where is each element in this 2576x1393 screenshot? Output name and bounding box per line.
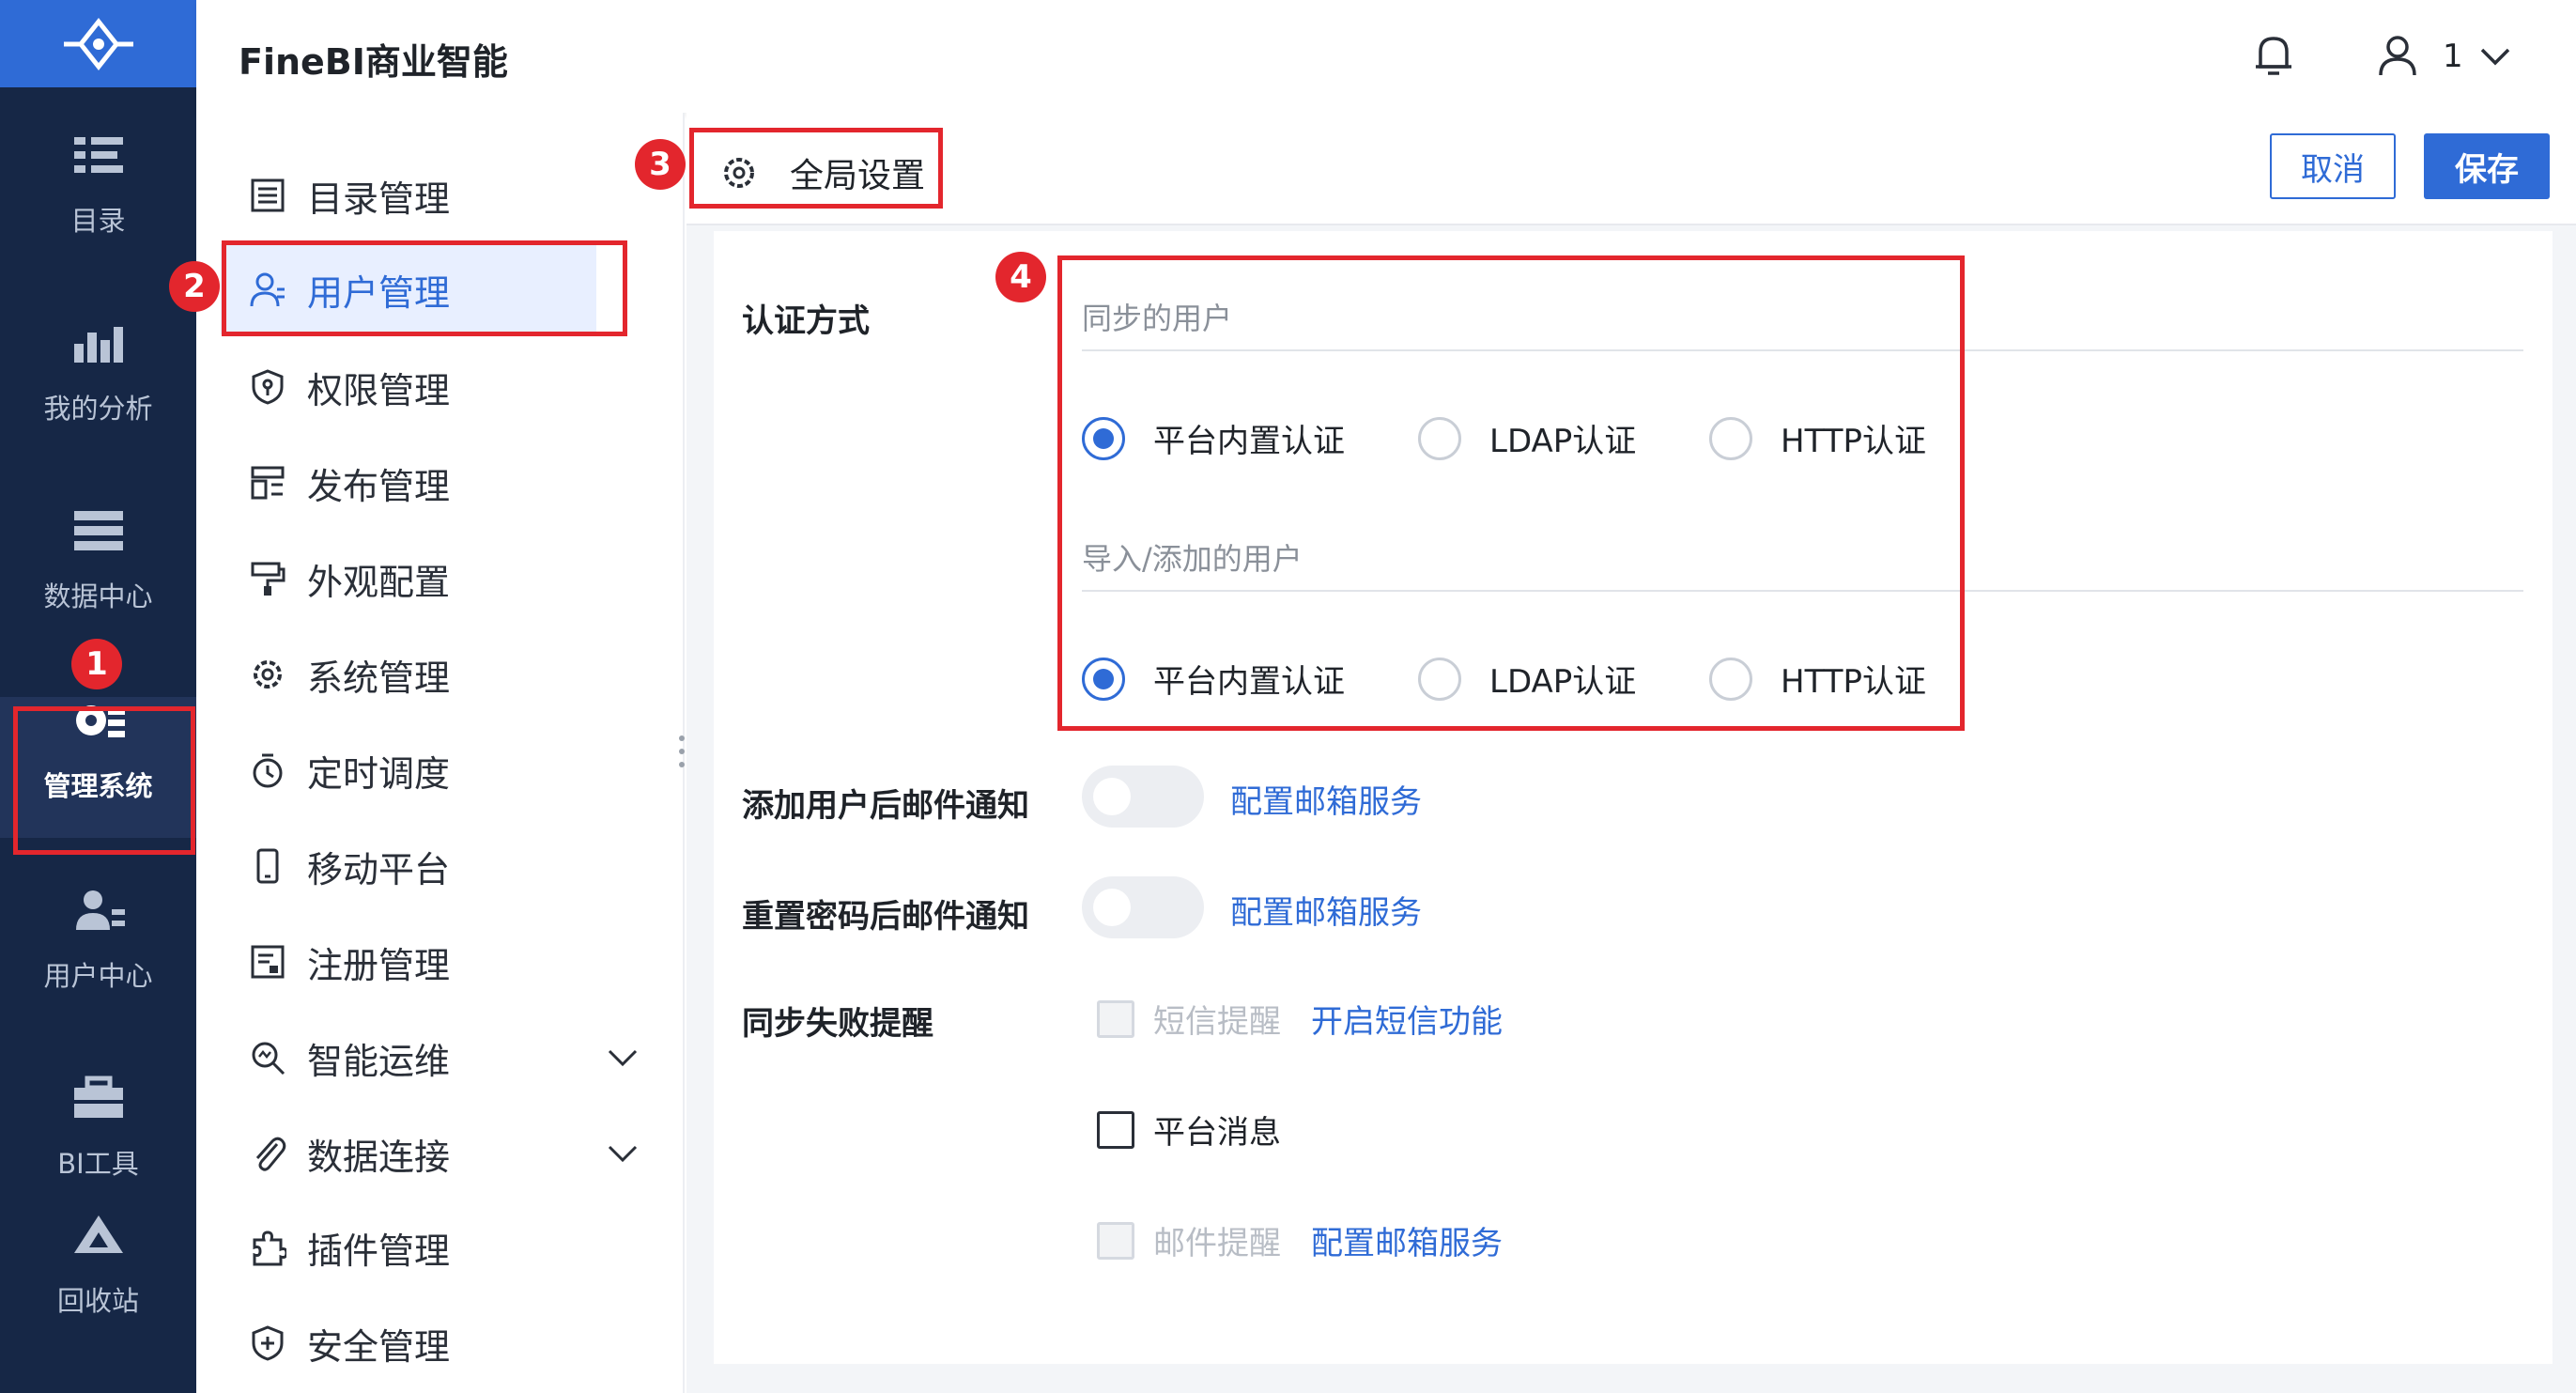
menu-item-label: 安全管理 [307, 1325, 451, 1368]
menu-item-label: 目录管理 [307, 178, 451, 220]
menu-item-label: 移动平台 [307, 848, 451, 890]
logo-icon [63, 17, 133, 70]
chevron-down-icon[interactable] [606, 1045, 640, 1071]
rail-item-label: 我的分析 [43, 393, 153, 425]
rail-item-catalog[interactable]: 目录 [0, 132, 196, 272]
user-group-icon [75, 890, 125, 930]
email-after-add-toggle[interactable] [1082, 766, 1204, 828]
config-mail-service-link[interactable]: 配置邮箱服务 [1311, 1217, 1503, 1263]
recycle-icon [73, 1215, 123, 1253]
rail-item-my-analysis[interactable]: 我的分析 [0, 319, 196, 460]
registration-icon [251, 945, 285, 979]
menu-item-security-management[interactable]: 安全管理 [221, 1298, 596, 1388]
analysis-chart-icon [73, 327, 123, 363]
menu-item-label: 数据连接 [307, 1136, 451, 1178]
content-toolbar: 全局设置 取消 保存 [686, 113, 2576, 225]
checkbox-label: 平台消息 [1153, 1114, 1281, 1152]
rail-item-label: 回收站 [56, 1285, 139, 1317]
auth-method-label: 认证方式 [742, 302, 870, 340]
menu-item-label: 定时调度 [307, 752, 451, 795]
cancel-button[interactable]: 取消 [2270, 133, 2396, 199]
main-nav-rail: 目录 我的分析 数据中心 管理系统 用户中心 BI工具 回收站 [0, 0, 196, 1393]
checkbox-disabled-icon [1097, 999, 1134, 1038]
checkbox-label: 邮件提醒 [1153, 1225, 1281, 1262]
menu-item-data-connection[interactable]: 数据连接 [221, 1108, 638, 1199]
rail-item-bi-tools[interactable]: BI工具 [0, 1075, 196, 1215]
mobile-phone-icon [256, 848, 279, 884]
timer-icon [253, 753, 283, 788]
rail-item-label: 目录 [70, 205, 126, 237]
config-mail-service-link[interactable]: 配置邮箱服务 [1230, 887, 1422, 933]
rail-item-recycle-bin[interactable]: 回收站 [0, 1212, 196, 1353]
menu-item-scheduled-tasks[interactable]: 定时调度 [221, 725, 596, 815]
menu-item-label: 智能运维 [307, 1040, 451, 1082]
menu-item-smart-ops[interactable]: 智能运维 [221, 1013, 638, 1103]
annotation-badge-4: 4 [995, 252, 1046, 302]
rail-item-label: BI工具 [57, 1148, 139, 1180]
checkbox-icon [1097, 1110, 1134, 1149]
checkbox-label: 短信提醒 [1153, 1003, 1281, 1041]
resize-handle-icon[interactable] [678, 733, 686, 770]
mail-reminder-checkbox[interactable]: 邮件提醒 [1097, 1217, 1281, 1263]
annotation-badge-3: 3 [635, 139, 686, 190]
data-center-icon [73, 511, 123, 550]
menu-item-label: 系统管理 [307, 657, 451, 699]
user-name[interactable]: 1 [2443, 38, 2463, 75]
paint-roller-icon [251, 562, 285, 596]
chevron-down-icon[interactable] [2478, 42, 2512, 70]
config-mail-service-link[interactable]: 配置邮箱服务 [1230, 776, 1422, 822]
menu-item-label: 注册管理 [307, 944, 451, 986]
shield-key-icon [252, 369, 284, 405]
gear-icon [254, 660, 282, 689]
user-icon[interactable] [2377, 34, 2418, 77]
menu-item-system-management[interactable]: 系统管理 [221, 629, 596, 720]
rail-item-label: 用户中心 [43, 960, 153, 992]
menu-item-plugin-management[interactable]: 插件管理 [221, 1202, 596, 1292]
sync-fail-reminder-label: 同步失败提醒 [742, 1005, 933, 1043]
platform-message-checkbox[interactable]: 平台消息 [1097, 1107, 1281, 1153]
email-after-reset-toggle[interactable] [1082, 876, 1204, 938]
list-icon [251, 178, 285, 212]
annotation-badge-1: 1 [71, 639, 122, 689]
menu-item-label: 权限管理 [307, 369, 451, 411]
search-ops-icon [252, 1042, 285, 1076]
logo[interactable] [0, 0, 196, 87]
menu-item-permission-management[interactable]: 权限管理 [221, 342, 596, 432]
annotation-box-4 [1057, 255, 1965, 731]
annotation-box-2 [222, 240, 627, 336]
catalog-icon [73, 137, 123, 173]
sms-reminder-checkbox[interactable]: 短信提醒 [1097, 996, 1281, 1042]
enable-sms-link[interactable]: 开启短信功能 [1311, 996, 1503, 1042]
save-button[interactable]: 保存 [2424, 133, 2550, 199]
menu-item-registration-management[interactable]: 注册管理 [221, 917, 596, 1007]
rail-item-label: 数据中心 [43, 580, 153, 612]
menu-item-catalog-management[interactable]: 目录管理 [221, 150, 596, 240]
toolbox-icon [73, 1076, 123, 1118]
app-title: FineBI商业智能 [239, 41, 508, 83]
top-header: FineBI商业智能 1 [196, 0, 2576, 113]
publish-icon [251, 466, 285, 500]
paperclip-icon [255, 1137, 286, 1171]
annotation-box-3 [689, 128, 943, 209]
menu-item-label: 外观配置 [307, 561, 451, 603]
annotation-box-1 [13, 706, 195, 855]
checkbox-disabled-icon [1097, 1221, 1134, 1260]
bell-icon[interactable] [2253, 33, 2294, 78]
menu-item-publish-management[interactable]: 发布管理 [221, 438, 596, 528]
rail-item-user-center[interactable]: 用户中心 [0, 887, 196, 1028]
menu-item-mobile-platform[interactable]: 移动平台 [221, 821, 596, 911]
menu-item-label: 插件管理 [307, 1230, 451, 1272]
email-after-add-label: 添加用户后邮件通知 [742, 787, 1029, 825]
email-after-reset-label: 重置密码后邮件通知 [742, 898, 1029, 936]
annotation-badge-2: 2 [169, 261, 220, 312]
menu-item-label: 发布管理 [307, 465, 451, 507]
shield-plus-icon [252, 1325, 284, 1361]
menu-item-appearance-config[interactable]: 外观配置 [221, 534, 596, 624]
chevron-down-icon[interactable] [606, 1140, 640, 1167]
puzzle-icon [253, 1230, 286, 1266]
rail-item-data-center[interactable]: 数据中心 [0, 507, 196, 648]
